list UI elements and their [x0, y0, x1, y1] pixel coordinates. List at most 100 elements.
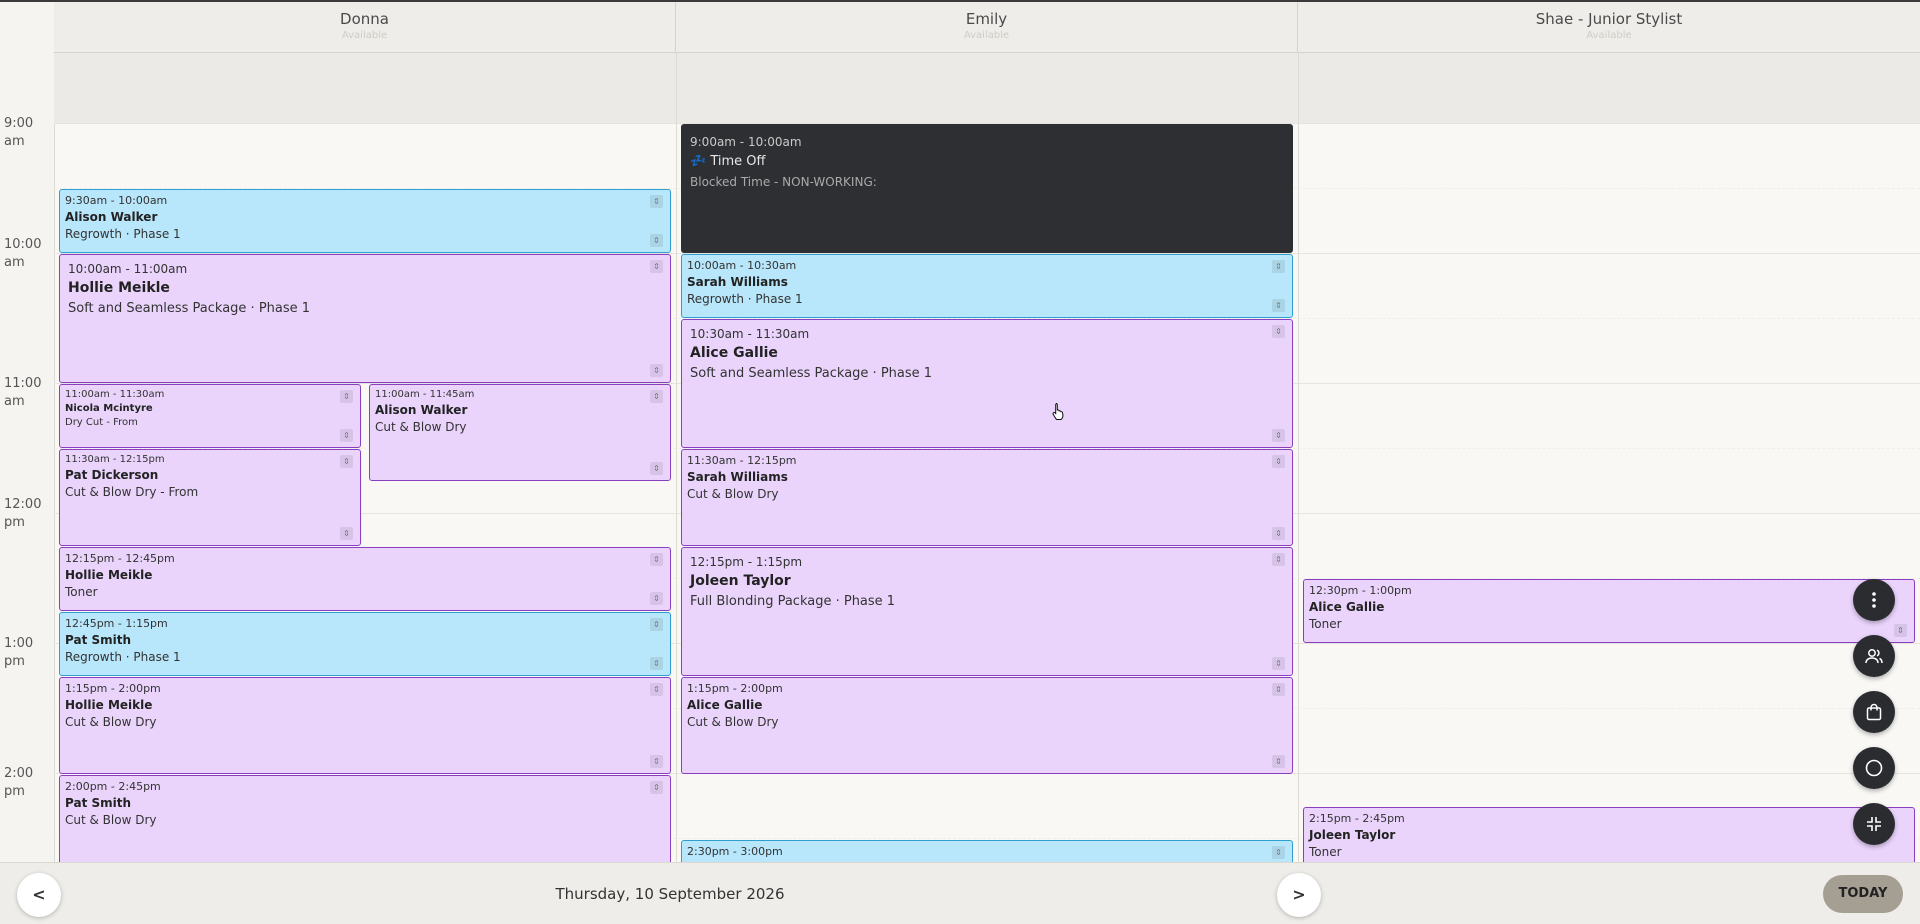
drag-handle-icon[interactable]: ⇕ — [1272, 683, 1285, 696]
appointment-service: Soft and Seamless Package · Phase 1 — [68, 301, 311, 316]
hand-cursor-icon — [1052, 403, 1064, 420]
drag-handle-icon[interactable]: ⇕ — [1272, 325, 1285, 338]
drag-handle-icon[interactable]: ⇕ — [650, 195, 663, 208]
appointment-time: 11:00am - 11:30am — [65, 389, 165, 400]
resize-handle-icon[interactable]: ⇕ — [1272, 657, 1285, 670]
appointment-client: Pat Dickerson — [65, 468, 159, 482]
appointment-client: Alice Gallie — [1309, 600, 1385, 614]
appointment-service: Regrowth · Phase 1 — [65, 650, 181, 664]
resize-handle-icon[interactable]: ⇕ — [650, 234, 663, 247]
appointment-service: Toner — [1309, 617, 1342, 631]
appointment-time: 12:30pm - 1:00pm — [1309, 584, 1412, 597]
staff-status: Available — [1586, 30, 1632, 41]
appointment-card[interactable]: 12:15pm - 12:45pm Hollie Meikle Toner ⇕ … — [59, 547, 671, 611]
appointment-card[interactable]: 10:00am - 11:00am Hollie Meikle Soft and… — [59, 254, 671, 383]
appointment-card[interactable]: 11:30am - 12:15pm Sarah Williams Cut & B… — [681, 449, 1293, 546]
appointment-card[interactable]: 12:15pm - 1:15pm Joleen Taylor Full Blon… — [681, 547, 1293, 676]
collapse-button[interactable] — [1853, 803, 1895, 845]
appointment-service: Cut & Blow Dry — [65, 813, 157, 827]
sales-button[interactable] — [1853, 691, 1895, 733]
drag-handle-icon[interactable]: ⇕ — [340, 455, 353, 468]
appointment-service: Cut & Blow Dry — [65, 715, 157, 729]
appointment-client: Pat Smith — [65, 633, 132, 647]
appointment-service: Toner — [65, 585, 98, 599]
resize-handle-icon[interactable]: ⇕ — [650, 592, 663, 605]
appointment-card[interactable]: 11:00am - 11:45am Alison Walker Cut & Bl… — [369, 384, 671, 481]
appointment-time: 1:15pm - 2:00pm — [687, 682, 783, 695]
status-button[interactable] — [1853, 747, 1895, 789]
resize-handle-icon[interactable]: ⇕ — [650, 657, 663, 670]
drag-handle-icon[interactable]: ⇕ — [650, 260, 663, 273]
resize-handle-icon[interactable]: ⇕ — [1272, 755, 1285, 768]
next-day-button[interactable]: > — [1277, 873, 1321, 917]
appointment-card[interactable]: 2:00pm - 2:45pm Pat Smith Cut & Blow Dry… — [59, 775, 671, 872]
appointment-time: 12:15pm - 1:15pm — [690, 555, 803, 569]
column-divider — [676, 52, 677, 862]
appointment-time: 9:00am - 10:00am — [690, 135, 802, 149]
appointment-card[interactable]: 9:30am - 10:00am Alison Walker Regrowth … — [59, 189, 671, 253]
drag-handle-icon[interactable]: ⇕ — [650, 683, 663, 696]
resize-handle-icon[interactable]: ⇕ — [650, 364, 663, 377]
time-label: 11:00 am — [4, 376, 42, 409]
appointment-service: Cut & Blow Dry — [687, 487, 779, 501]
time-label: 12:00 pm — [4, 497, 42, 530]
drag-handle-icon[interactable]: ⇕ — [1272, 260, 1285, 273]
resize-handle-icon[interactable]: ⇕ — [1272, 429, 1285, 442]
resize-handle-icon[interactable]: ⇕ — [1894, 624, 1907, 637]
appointment-card[interactable]: 1:15pm - 2:00pm Alice Gallie Cut & Blow … — [681, 677, 1293, 774]
drag-handle-icon[interactable]: ⇕ — [1272, 553, 1285, 566]
drag-handle-icon[interactable]: ⇕ — [650, 553, 663, 566]
more-options-button[interactable] — [1853, 579, 1895, 621]
previous-day-button[interactable]: < — [17, 873, 61, 917]
resize-handle-icon[interactable]: ⇕ — [1272, 299, 1285, 312]
drag-handle-icon[interactable]: ⇕ — [650, 618, 663, 631]
users-icon — [1865, 649, 1883, 664]
resize-handle-icon[interactable]: ⇕ — [340, 429, 353, 442]
appointment-service: Soft and Seamless Package · Phase 1 — [690, 366, 933, 381]
drag-handle-icon[interactable]: ⇕ — [1272, 455, 1285, 468]
appointment-card[interactable]: 11:30am - 12:15pm Pat Dickerson Cut & Bl… — [59, 449, 361, 546]
time-label: 9:00 am — [4, 116, 34, 149]
resize-handle-icon[interactable]: ⇕ — [650, 755, 663, 768]
drag-handle-icon[interactable]: ⇕ — [1272, 846, 1285, 859]
staff-header: Donna Available Emily Available Shae - J… — [54, 2, 1920, 53]
appointment-card[interactable]: 10:30am - 11:30am Alice Gallie Soft and … — [681, 319, 1293, 448]
resize-handle-icon[interactable]: ⇕ — [1272, 527, 1285, 540]
time-label: 1:00 pm — [4, 636, 34, 669]
appointment-service: Toner — [1309, 845, 1342, 859]
appointment-client: Alice Gallie — [690, 345, 778, 361]
appointment-client: Joleen Taylor — [1309, 828, 1396, 842]
appointment-card[interactable]: 12:45pm - 1:15pm Pat Smith Regrowth · Ph… — [59, 612, 671, 676]
appointment-card[interactable]: 10:00am - 10:30am Sarah Williams Regrowt… — [681, 254, 1293, 318]
staff-name: Emily — [965, 10, 1008, 28]
appointment-client: Hollie Meikle — [65, 568, 153, 582]
appointment-client: Alison Walker — [65, 210, 158, 224]
appointment-card[interactable]: 12:30pm - 1:00pm Alice Gallie Toner ⇕ — [1303, 579, 1915, 643]
resize-handle-icon[interactable]: ⇕ — [340, 527, 353, 540]
clients-button[interactable] — [1853, 635, 1895, 677]
appointment-card[interactable]: 1:15pm - 2:00pm Hollie Meikle Cut & Blow… — [59, 677, 671, 774]
appointment-client: Nicola Mcintyre — [65, 403, 153, 414]
drag-handle-icon[interactable]: ⇕ — [650, 390, 663, 403]
staff-column-header-donna[interactable]: Donna Available — [54, 2, 676, 52]
time-label: 2:00 pm — [4, 766, 34, 799]
drag-handle-icon[interactable]: ⇕ — [340, 390, 353, 403]
today-button[interactable]: TODAY — [1823, 875, 1903, 913]
blocked-time-card[interactable]: 9:00am - 10:00am 💤 Time Off Blocked Time… — [681, 124, 1293, 253]
appointment-card[interactable]: 11:00am - 11:30am Nicola Mcintyre Dry Cu… — [59, 384, 361, 448]
calendar-app: Donna Available Emily Available Shae - J… — [0, 0, 1920, 924]
appointment-service: Full Blonding Package · Phase 1 — [690, 594, 896, 609]
staff-column-header-emily[interactable]: Emily Available — [676, 2, 1298, 52]
staff-status: Available — [963, 30, 1010, 41]
appointment-time: 12:15pm - 12:45pm — [65, 552, 175, 565]
time-label: 10:00 am — [4, 237, 42, 270]
staff-column-header-shae[interactable]: Shae - Junior Stylist Available — [1298, 2, 1920, 52]
appointment-client: Alison Walker — [375, 403, 468, 417]
appointment-service: Blocked Time - NON-WORKING: — [690, 175, 877, 189]
current-date-label: Thursday, 10 September 2026 — [555, 885, 785, 903]
staff-name: Donna — [340, 10, 389, 28]
appointment-time: 12:45pm - 1:15pm — [65, 617, 168, 630]
drag-handle-icon[interactable]: ⇕ — [650, 781, 663, 794]
resize-handle-icon[interactable]: ⇕ — [650, 462, 663, 475]
appointment-time: 2:00pm - 2:45pm — [65, 780, 161, 793]
